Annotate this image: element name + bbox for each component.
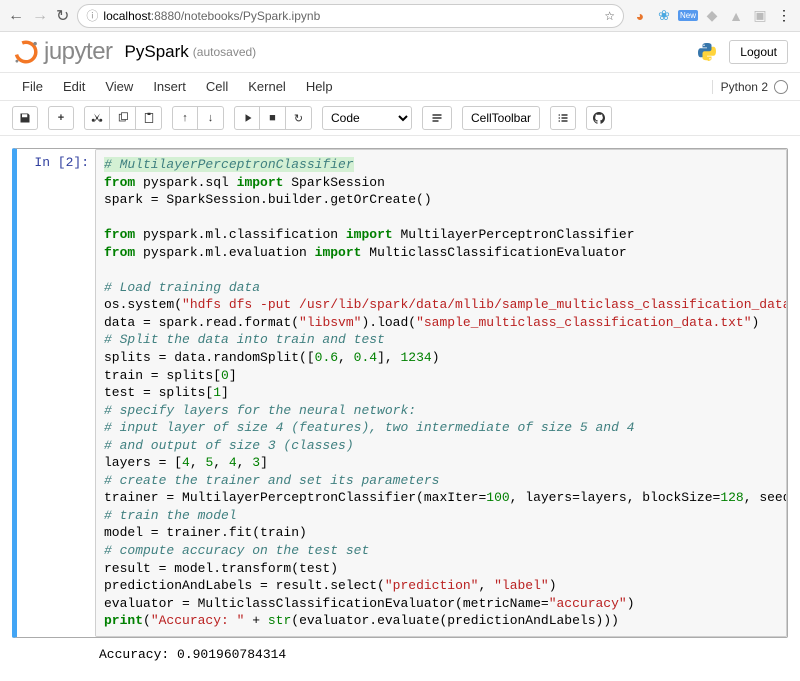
move-up-button[interactable]: ↑ [172, 106, 198, 130]
kernel-name: Python 2 [721, 80, 768, 94]
notebook-container: In [2]: # MultilayerPerceptronClassifier… [0, 136, 800, 681]
menu-view[interactable]: View [95, 75, 143, 98]
browser-toolbar: ← → ↻ ⓘ localhost:8880/notebooks/PySpark… [0, 0, 800, 32]
ext-icon-1[interactable]: ◕ [632, 8, 648, 24]
back-icon[interactable]: ← [8, 7, 24, 25]
output-cell: Accuracy: 0.901960784314 [12, 640, 788, 669]
toggle-list-button[interactable] [550, 106, 576, 130]
input-prompt: In [2]: [17, 149, 95, 637]
output-text: Accuracy: 0.901960784314 [91, 641, 787, 668]
save-button[interactable] [12, 106, 38, 130]
kernel-indicator: Python 2 [712, 80, 788, 94]
ext-icon-6[interactable]: ▣ [752, 8, 768, 24]
browser-extension-icons: ◕ ❀ New ◆ ▲ ▣ ⋮ [632, 8, 792, 24]
ext-icon-2[interactable]: ❀ [656, 8, 672, 24]
python-kernel-icon [695, 40, 719, 64]
celltoolbar-button[interactable]: CellToolbar [462, 106, 540, 130]
notebook-header: jupyter PySpark (autosaved) Logout [0, 32, 800, 73]
browser-menu-icon[interactable]: ⋮ [776, 8, 792, 24]
jupyter-logo-text: jupyter [44, 38, 113, 66]
autosave-status: (autosaved) [193, 45, 256, 59]
move-down-button[interactable]: ↓ [198, 106, 224, 130]
menubar: FileEditViewInsertCellKernelHelp Python … [0, 73, 800, 101]
menu-cell[interactable]: Cell [196, 75, 238, 98]
github-button[interactable] [586, 106, 612, 130]
ext-icon-new[interactable]: New [680, 8, 696, 24]
interrupt-button[interactable]: ■ [260, 106, 286, 130]
menu-edit[interactable]: Edit [53, 75, 95, 98]
code-cell[interactable]: In [2]: # MultilayerPerceptronClassifier… [12, 148, 788, 638]
run-button[interactable] [234, 106, 260, 130]
menu-kernel[interactable]: Kernel [238, 75, 296, 98]
copy-button[interactable] [110, 106, 136, 130]
cut-button[interactable] [84, 106, 110, 130]
kernel-status-icon [774, 80, 788, 94]
url-bar[interactable]: ⓘ localhost:8880/notebooks/PySpark.ipynb… [77, 4, 624, 28]
restart-button[interactable]: ↻ [286, 106, 312, 130]
notebook-name[interactable]: PySpark [125, 42, 189, 62]
jupyter-orbit-icon [12, 38, 40, 66]
ext-icon-4[interactable]: ◆ [704, 8, 720, 24]
menu-help[interactable]: Help [296, 75, 343, 98]
command-palette-button[interactable] [422, 106, 452, 130]
ext-icon-5[interactable]: ▲ [728, 8, 744, 24]
star-icon[interactable]: ☆ [604, 9, 615, 23]
toolbar: + ↑ ↓ ■ ↻ Code CellToolbar [0, 101, 800, 136]
cell-type-select[interactable]: Code [322, 106, 412, 130]
code-input-area[interactable]: # MultilayerPerceptronClassifierfrom pys… [95, 149, 787, 637]
logout-button[interactable]: Logout [729, 40, 788, 64]
menu-file[interactable]: File [12, 75, 53, 98]
reload-icon[interactable]: ↻ [56, 6, 69, 26]
info-icon: ⓘ [86, 7, 98, 24]
menu-insert[interactable]: Insert [143, 75, 196, 98]
jupyter-logo[interactable]: jupyter [12, 38, 113, 66]
add-cell-button[interactable]: + [48, 106, 74, 130]
paste-button[interactable] [136, 106, 162, 130]
forward-icon[interactable]: → [32, 7, 48, 25]
